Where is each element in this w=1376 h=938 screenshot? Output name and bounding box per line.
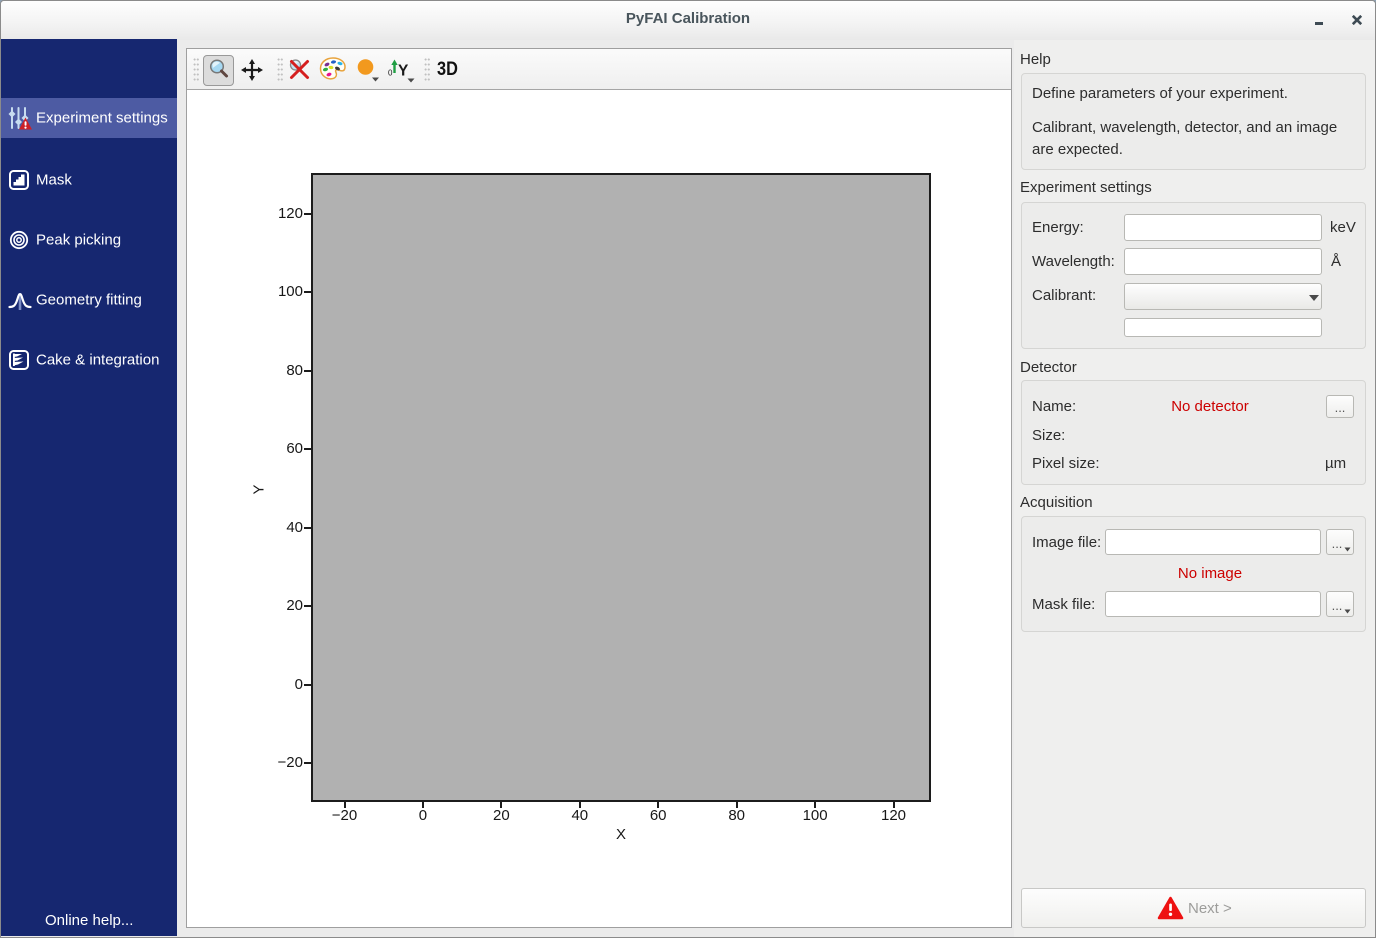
svg-text:Y: Y	[398, 63, 409, 80]
svg-text:0: 0	[388, 69, 393, 78]
